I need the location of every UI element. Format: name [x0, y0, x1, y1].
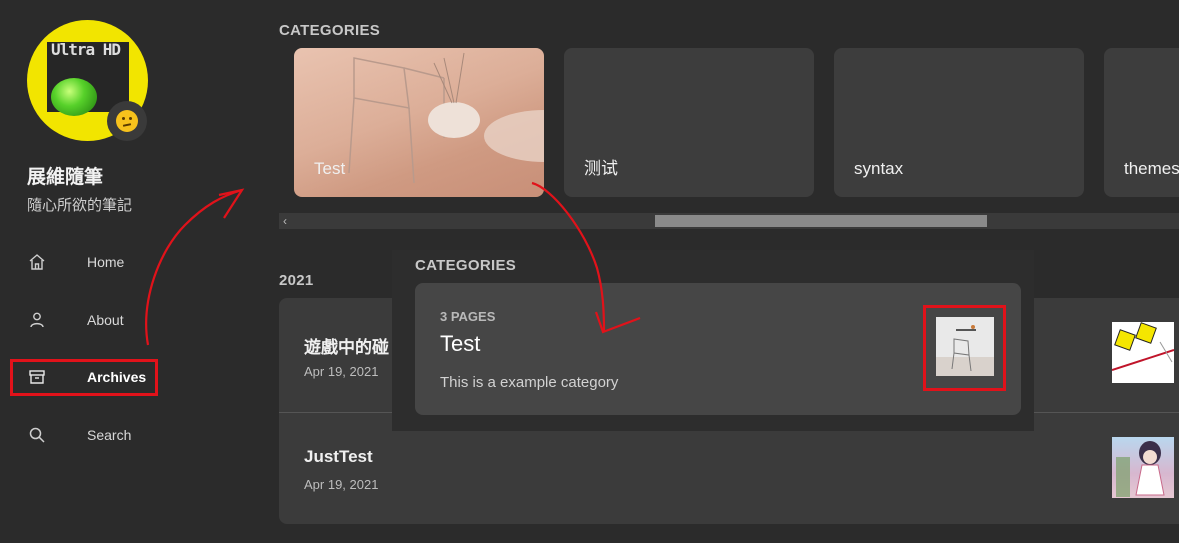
- page-count: 3 PAGES: [440, 309, 496, 324]
- category-card-ceshi[interactable]: 测试: [564, 48, 814, 197]
- category-card-syntax[interactable]: syntax: [834, 48, 1084, 197]
- category-card-test[interactable]: Test: [294, 48, 544, 197]
- category-label: syntax: [854, 159, 904, 178]
- post-date: Apr 19, 2021: [304, 364, 379, 379]
- sidebar: Ultra HD 展維隨筆 隨心所欲的筆記 Home About Archive…: [0, 0, 260, 543]
- categories-scrollbar[interactable]: ‹: [279, 213, 1179, 229]
- post-title[interactable]: JustTest: [304, 447, 373, 467]
- post-thumbnail[interactable]: [1111, 322, 1175, 383]
- category-thumbnail: [936, 317, 994, 376]
- emoji-badge: [107, 101, 147, 141]
- home-icon: [27, 252, 47, 272]
- user-icon: [27, 310, 47, 330]
- scroll-left-arrow-icon[interactable]: ‹: [283, 214, 287, 228]
- avatar-text: Ultra HD: [51, 40, 121, 59]
- category-label: themes: [1124, 159, 1179, 178]
- thumbnail-highlight-box: [923, 305, 1006, 391]
- post-title[interactable]: 遊戲中的碰: [304, 333, 389, 358]
- category-label: Test: [314, 159, 346, 178]
- nav-label-home: Home: [87, 254, 125, 270]
- archives-highlight-box: [10, 359, 158, 396]
- year-heading: 2021: [279, 272, 314, 289]
- avatar-green-ball-image: [51, 78, 97, 116]
- search-icon: [27, 425, 47, 445]
- site-title[interactable]: 展維隨筆: [27, 162, 103, 189]
- post-date: Apr 19, 2021: [304, 477, 379, 492]
- scroll-thumb[interactable]: [655, 215, 987, 227]
- nav-label-about: About: [87, 312, 124, 328]
- nav-item-home[interactable]: Home: [27, 250, 124, 274]
- nav-item-search[interactable]: Search: [27, 423, 131, 447]
- thinking-face-icon: [116, 110, 138, 132]
- nav-item-about[interactable]: About: [27, 308, 124, 332]
- post-thumbnail[interactable]: [1112, 437, 1174, 498]
- category-label: 测试: [584, 159, 618, 178]
- popup-categories-heading: CATEGORIES: [415, 257, 517, 274]
- category-description: This is a example category: [440, 374, 619, 391]
- categories-heading: CATEGORIES: [279, 22, 381, 39]
- category-title: Test: [440, 331, 481, 356]
- category-detail-card[interactable]: 3 PAGES Test This is a example category: [415, 283, 1021, 415]
- nav-label-search: Search: [87, 427, 132, 443]
- category-card-themes[interactable]: themes: [1104, 48, 1179, 197]
- site-subtitle: 隨心所欲的筆記: [27, 197, 133, 214]
